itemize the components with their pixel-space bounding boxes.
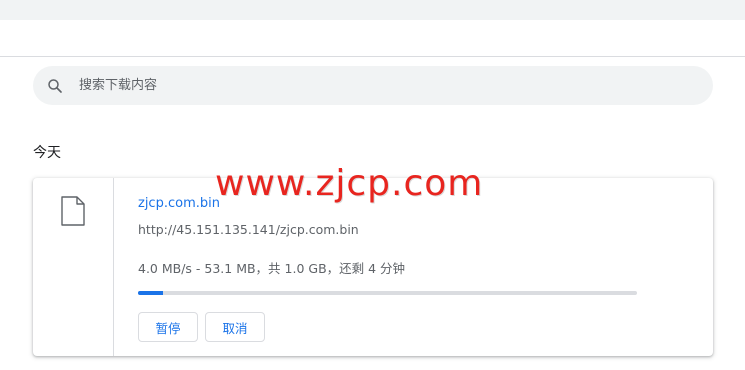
pause-button[interactable]: 暂停 (138, 312, 198, 342)
progress-bar-fill (138, 291, 163, 295)
watermark: www.zjcp.com (215, 163, 484, 204)
file-icon-column (33, 178, 114, 356)
search-icon[interactable] (46, 77, 64, 95)
file-name-link[interactable]: zjcp.com.bin (138, 196, 220, 211)
file-url: http://45.151.135.141/zjcp.com.bin (138, 222, 359, 237)
section-title: 今天 (33, 145, 61, 161)
search-bar[interactable] (33, 66, 713, 105)
cancel-button[interactable]: 取消 (205, 312, 265, 342)
file-icon (61, 196, 85, 226)
header-divider (0, 56, 745, 57)
search-input[interactable] (79, 66, 679, 105)
top-bar (0, 0, 745, 20)
progress-bar (138, 291, 637, 295)
download-card: zjcp.com.bin http://45.151.135.141/zjcp.… (33, 178, 713, 356)
download-status: 4.0 MB/s - 53.1 MB，共 1.0 GB，还剩 4 分钟 (138, 261, 406, 276)
